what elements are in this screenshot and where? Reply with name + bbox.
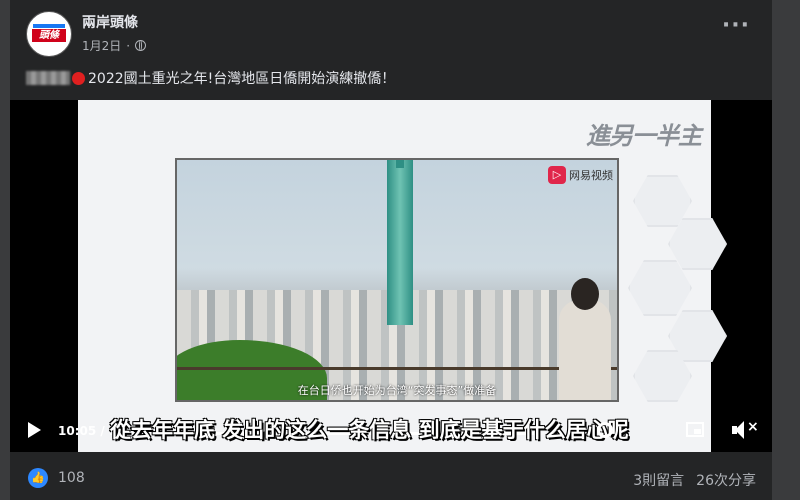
time-display: 10:05 / 1 bbox=[58, 424, 118, 438]
page-avatar[interactable]: 頭條 bbox=[26, 11, 72, 57]
settings-gear-icon[interactable] bbox=[597, 422, 613, 438]
play-icon[interactable] bbox=[28, 422, 41, 438]
railing bbox=[177, 367, 617, 370]
tower-spire bbox=[396, 160, 404, 168]
volume-cone bbox=[735, 421, 744, 439]
post-card: 頭條 兩岸頭條 1月2日 · ··· 2022國土重光之年!台灣地區日僑開始演練… bbox=[10, 0, 772, 500]
red-circle-icon bbox=[72, 71, 85, 85]
avatar-logo-text: 頭條 bbox=[32, 29, 66, 42]
post-meta: 1月2日 · bbox=[82, 37, 147, 54]
globe-icon bbox=[135, 40, 147, 51]
post-footer: 👍 108 3則留言 26次分享 bbox=[10, 460, 772, 500]
like-icon[interactable]: 👍 bbox=[28, 468, 48, 488]
post-stats: 3則留言 26次分享 bbox=[633, 470, 756, 490]
share-count[interactable]: 26次分享 bbox=[696, 470, 756, 490]
mute-x-icon: × bbox=[747, 419, 759, 435]
page-name[interactable]: 兩岸頭條 bbox=[82, 12, 138, 32]
avatar-logo-bar bbox=[33, 24, 65, 28]
channel-watermark: 進另一半主 bbox=[586, 122, 702, 150]
taipei-101-tower bbox=[387, 160, 413, 325]
comment-count[interactable]: 3則留言 bbox=[633, 470, 684, 490]
more-options-icon[interactable]: ··· bbox=[722, 15, 750, 37]
video-subtitle: 從去年年底 发出的这么一条信息 到底是基于什么居心呢 bbox=[110, 418, 629, 442]
inner-caption: 在台日侨也开始为台湾“突发事态”做准备 bbox=[297, 384, 497, 397]
post-text: 2022國土重光之年!台灣地區日僑開始演練撤僑！ bbox=[26, 68, 395, 88]
video-scene: ▷ 网易视频 在台日侨也开始为台湾“突发事态”做准备 bbox=[175, 158, 619, 402]
post-text-content: 2022國土重光之年!台灣地區日僑開始演練撤僑！ bbox=[88, 71, 396, 87]
person-head bbox=[571, 278, 599, 310]
video-player[interactable]: 進另一半主 ▷ 网易视频 在台日侨也开始为台湾“突发事态”做准备 10:05 /… bbox=[10, 100, 772, 452]
blurred-emoji bbox=[26, 71, 70, 85]
netease-logo: ▷ 网易视频 bbox=[548, 166, 613, 184]
picture-in-picture-icon[interactable] bbox=[686, 422, 704, 437]
video-frame: 進另一半主 ▷ 网易视频 在台日侨也开始为台湾“突发事态”做准备 bbox=[78, 100, 727, 452]
video-controls: 10:05 / 1 從去年年底 发出的这么一条信息 到底是基于什么居心呢 × bbox=[10, 402, 772, 452]
post-date[interactable]: 1月2日 bbox=[82, 37, 121, 54]
netease-play-icon: ▷ bbox=[548, 166, 566, 184]
like-count[interactable]: 108 bbox=[58, 470, 85, 486]
netease-label: 网易视频 bbox=[569, 169, 613, 182]
